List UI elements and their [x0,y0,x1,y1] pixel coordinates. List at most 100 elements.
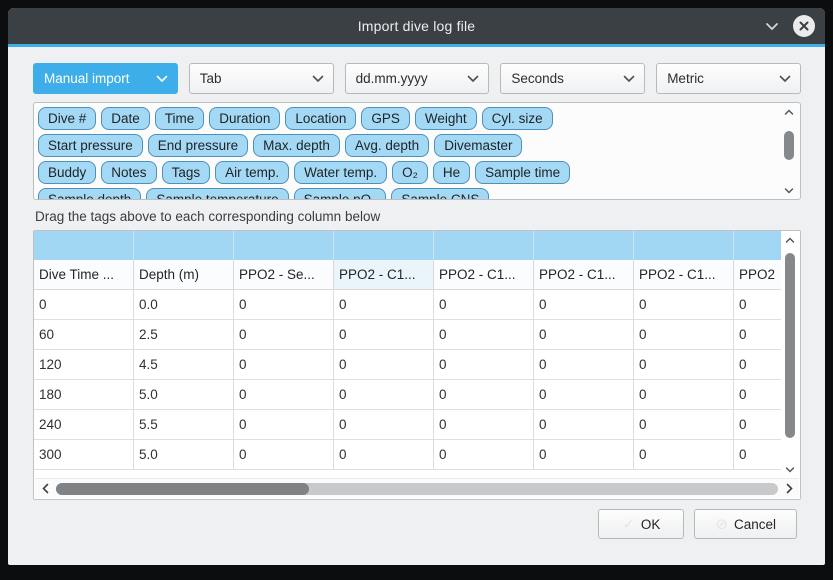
dropdown-chevron-icon [779,75,791,83]
scroll-left-icon[interactable] [39,483,51,494]
scroll-track[interactable] [785,247,795,462]
scroll-down-icon[interactable] [781,462,799,476]
close-button[interactable] [793,15,815,37]
options-toolbar: Manual import Tab dd.mm.yyyy Seconds Metric [33,63,801,94]
tag-sample-depth[interactable]: Sample depth [38,188,141,199]
select-value: Seconds [511,71,564,86]
field-separator-select[interactable]: Tab [189,63,334,94]
cancel-button[interactable]: ⊘ Cancel [694,509,797,539]
scroll-down-icon[interactable] [780,183,798,197]
tag-he[interactable]: He [433,161,470,184]
scroll-up-icon[interactable] [780,105,798,119]
table-vscrollbar[interactable] [781,233,799,476]
table-cell: 0 [634,440,734,469]
tag-sample-temperature[interactable]: Sample temperature [146,188,288,199]
dialog-buttons: ✓ OK ⊘ Cancel [33,509,801,539]
table-cell: 0 [634,290,734,319]
date-format-select[interactable]: dd.mm.yyyy [345,63,490,94]
tag-air-temp[interactable]: Air temp. [215,161,289,184]
table-cell: 5.5 [134,410,234,439]
tag-divemaster[interactable]: Divemaster [434,134,522,157]
tag-water-temp[interactable]: Water temp. [294,161,387,184]
table-cell: 0 [534,440,634,469]
drop-target-cell[interactable] [234,231,334,260]
scroll-thumb[interactable] [785,253,795,438]
tag-row: BuddyNotes TagsAir temp.Water temp.O₂HeSa… [38,161,776,184]
table-cell: 0 [734,320,781,349]
table-cell: 0 [334,290,434,319]
scroll-up-icon[interactable] [781,233,799,247]
drop-target-cell[interactable] [734,231,781,260]
table-hscrollbar[interactable] [35,478,799,498]
duration-format-select[interactable]: Seconds [500,63,645,94]
table-cell: 0 [434,380,534,409]
table-cell: 0 [634,320,734,349]
table-row: 1204.5000000 [34,350,781,380]
tag-date[interactable]: Date [101,107,150,130]
tag-avg-depth[interactable]: Avg. depth [345,134,429,157]
column-header: PPO2 - C1... [534,260,634,289]
scroll-track[interactable] [784,119,794,183]
tag-notes[interactable]: Notes [101,161,156,184]
select-value: dd.mm.yyyy [356,71,428,86]
tag-dive[interactable]: Dive # [38,107,96,130]
drop-target-cell[interactable] [34,231,134,260]
table-cell: 0 [234,380,334,409]
tag-tags[interactable]: Tags [162,161,211,184]
tag-time[interactable]: Time [155,107,205,130]
drop-target-cell[interactable] [334,231,434,260]
column-header: Dive Time ... [34,260,134,289]
table-row: 602.5000000 [34,320,781,350]
tag-cyl-size[interactable]: Cyl. size [482,107,553,130]
table-row: 3005.0000000 [34,440,781,470]
drop-target-cell[interactable] [434,231,534,260]
table-cell: 0 [534,410,634,439]
scroll-thumb[interactable] [56,483,309,495]
scroll-right-icon[interactable] [783,483,795,494]
units-select[interactable]: Metric [656,63,801,94]
ok-button[interactable]: ✓ OK [598,509,684,539]
table-cell: 0 [334,380,434,409]
tag-start-pressure[interactable]: Start pressure [38,134,143,157]
table-cell: 0 [534,320,634,349]
table-body: 00.0000000602.50000001204.50000001805.00… [34,290,781,470]
drop-target-cell[interactable] [634,231,734,260]
tag-duration[interactable]: Duration [209,107,280,130]
import-mode-select[interactable]: Manual import [33,63,178,94]
tag-row: Sample depth Sample temperature Sample pO₂… [38,188,776,199]
check-icon: ✓ [622,515,635,533]
tag-max-depth[interactable]: Max. depth [253,134,340,157]
tag-sample-po[interactable]: Sample pO₂ [294,188,387,199]
tag-location[interactable]: Location [285,107,356,130]
table-cell: 0 [534,380,634,409]
scroll-track[interactable] [56,483,778,495]
table-cell: 120 [34,350,134,379]
table-cell: 0 [734,380,781,409]
drop-target-cell[interactable] [134,231,234,260]
tag-sample-time[interactable]: Sample time [475,161,570,184]
table-cell: 0 [234,350,334,379]
table-cell: 300 [34,440,134,469]
select-value: Metric [667,71,704,86]
select-value: Manual import [44,71,130,86]
tag-sample-cns[interactable]: Sample CNS [391,188,489,199]
tag-o[interactable]: O₂ [392,161,428,184]
shade-chevron-down-icon[interactable] [765,22,779,31]
column-header: PPO2 - C1... [334,260,434,289]
tag-row: Dive #DateTimeDurationLocationGPSWeightC… [38,107,776,130]
tag-weight[interactable]: Weight [415,107,477,130]
drop-target-row [34,231,781,260]
table-cell: 0 [234,290,334,319]
scroll-thumb[interactable] [784,131,794,160]
titlebar[interactable]: Import dive log file [8,8,825,44]
dialog-title: Import dive log file [358,18,476,34]
table-cell: 0 [434,320,534,349]
tag-end-pressure[interactable]: End pressure [148,134,248,157]
tags-scrollbar[interactable] [780,105,798,197]
tag-gps[interactable]: GPS [361,107,410,130]
tags-panel: Dive #DateTimeDurationLocationGPSWeightC… [33,102,801,200]
column-header: PPO2 - C1... [634,260,734,289]
table-cell: 0 [734,290,781,319]
drop-target-cell[interactable] [534,231,634,260]
tag-buddy[interactable]: Buddy [38,161,96,184]
